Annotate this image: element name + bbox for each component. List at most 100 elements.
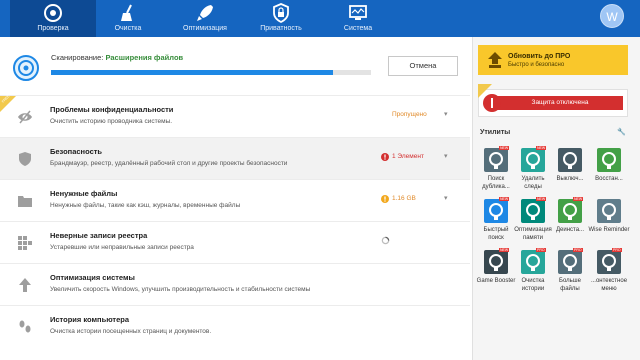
- category-title: История компьютера: [50, 315, 130, 324]
- tab-scan[interactable]: Проверка: [10, 0, 96, 37]
- uninstall-icon: [558, 199, 582, 223]
- protection-status-button[interactable]: Защита отключена: [478, 89, 628, 117]
- category-title: Безопасность: [50, 147, 103, 156]
- memory-icon: [521, 199, 545, 223]
- tab-clean-label: Очистка: [114, 25, 142, 32]
- category-description: Ненужные файлы, такие как кэш, журналы, …: [50, 202, 241, 209]
- utility-restore[interactable]: Восстан...: [594, 148, 624, 203]
- utility-game[interactable]: NEW Game Booster: [477, 248, 515, 305]
- utility-label: Выключ...: [556, 176, 584, 182]
- utility-badge: PRO: [573, 248, 583, 252]
- utility-memory[interactable]: NEW Оптимизация памяти: [514, 197, 552, 254]
- scan-progress-fill: [51, 70, 333, 75]
- chevron-down-icon[interactable]: ▾: [444, 194, 448, 202]
- utility-badge: NEW: [499, 197, 510, 201]
- folder-icon: [18, 196, 32, 207]
- utility-badge: NEW: [499, 146, 510, 150]
- utility-label: Больше файлы: [559, 278, 581, 292]
- category-junk-files[interactable]: Ненужные файлы Ненужные файлы, такие как…: [0, 179, 470, 221]
- utility-label: Game Booster: [476, 278, 516, 284]
- utility-badge: PRO: [612, 248, 622, 252]
- tab-optimize[interactable]: Оптимизация: [162, 0, 248, 37]
- user-avatar[interactable]: W: [600, 4, 624, 28]
- utility-reminder[interactable]: Wise Reminder: [588, 199, 630, 254]
- category-description: Очистить историю проводника системы.: [50, 118, 173, 125]
- tab-scan-label: Проверка: [37, 25, 69, 32]
- category-title: Неверные записи реестра: [50, 231, 148, 240]
- restore-icon: [597, 148, 621, 172]
- category-privacy[interactable]: FREE Проблемы конфиденциальности Очистит…: [0, 94, 470, 137]
- utility-label: Очистка истории: [521, 278, 545, 292]
- eye-icon: [18, 110, 32, 124]
- utility-context-menu[interactable]: PRO ...онтекстное меню: [591, 248, 627, 305]
- utility-label: Деинста...: [555, 227, 585, 233]
- utility-quick-search[interactable]: NEW Быстрый поиск: [481, 197, 511, 254]
- category-status: Пропущено: [392, 111, 427, 118]
- utilities-title: Утилиты: [480, 129, 511, 136]
- upgrade-subtitle: Быстро и безопасно: [508, 62, 565, 68]
- erase-traces-icon: [521, 148, 545, 172]
- category-description: Устаревшие или неправильные записи реест…: [50, 244, 194, 251]
- scan-progress-icon: [13, 55, 39, 81]
- info-icon: [381, 195, 389, 203]
- utility-label: Поиск дублика...: [482, 176, 510, 190]
- utility-uninstall[interactable]: NEW Деинста...: [555, 197, 585, 254]
- wrench-icon[interactable]: 🔧: [617, 128, 626, 136]
- category-computer-history[interactable]: История компьютера Очистка истории посещ…: [0, 305, 470, 347]
- utility-label: Восстан...: [595, 176, 623, 182]
- game-icon: [484, 250, 508, 274]
- utility-label: Удалить следы: [521, 176, 545, 190]
- utility-power[interactable]: Выключ...: [555, 148, 585, 203]
- utility-badge: NEW: [499, 248, 510, 252]
- warning-icon: [381, 153, 389, 161]
- history-clean-icon: [521, 250, 545, 274]
- reminder-icon: [597, 199, 621, 223]
- tab-privacy-label: Приватность: [260, 25, 302, 32]
- scan-icon: [44, 4, 62, 22]
- monitor-icon: [349, 5, 367, 20]
- utility-badge: PRO: [536, 248, 546, 252]
- tab-clean[interactable]: Очистка: [85, 0, 171, 37]
- category-title: Проблемы конфиденциальности: [50, 105, 174, 114]
- category-description: Увеличить скорость Windows, улучшить про…: [50, 286, 311, 293]
- scan-progress-bar: [51, 70, 371, 75]
- upgrade-pro-button[interactable]: Обновить до ПРО Быстро и безопасно: [478, 45, 628, 75]
- utility-erase-traces[interactable]: NEW Удалить следы: [518, 146, 548, 203]
- registry-icon: [18, 236, 32, 250]
- category-security[interactable]: Безопасность Брандмауэр, реестр, удалённ…: [0, 137, 470, 179]
- scan-status-prefix: Сканирование:: [51, 53, 104, 62]
- utility-badge: NEW: [536, 146, 547, 150]
- scan-status: Сканирование: Расширения файлов: [51, 53, 183, 62]
- tab-privacy[interactable]: Приватность: [238, 0, 324, 37]
- footprints-icon: [19, 320, 31, 333]
- big-files-icon: [558, 250, 582, 274]
- category-status: 1 Элемент: [392, 153, 424, 160]
- cancel-button[interactable]: Отмена: [388, 56, 458, 76]
- utility-duplicate-search[interactable]: NEW Поиск дублика...: [481, 146, 511, 203]
- loading-spinner-icon: [381, 236, 390, 245]
- utility-label: Оптимизация памяти: [514, 227, 552, 241]
- category-system-optimization[interactable]: Оптимизация системы Увеличить скорость W…: [0, 263, 470, 305]
- duplicate-search-icon: [484, 148, 508, 172]
- category-registry[interactable]: Неверные записи реестра Устаревшие или н…: [0, 221, 470, 263]
- scan-status-item: Расширения файлов: [105, 53, 184, 62]
- tab-system-label: Система: [343, 25, 373, 32]
- chevron-down-icon[interactable]: ▾: [444, 152, 448, 160]
- utility-big-files[interactable]: PRO Больше файлы: [555, 248, 585, 305]
- quick-search-icon: [484, 199, 508, 223]
- category-title: Оптимизация системы: [50, 273, 135, 282]
- upgrade-title: Обновить до ПРО: [508, 53, 571, 60]
- category-status: 1.16 GB: [392, 195, 416, 202]
- upgrade-arrow-icon: [488, 52, 502, 68]
- broom-icon: [121, 4, 132, 21]
- chevron-down-icon[interactable]: ▾: [444, 110, 448, 118]
- utility-label: Быстрый поиск: [483, 227, 509, 241]
- utility-history-clean[interactable]: PRO Очистка истории: [518, 248, 548, 305]
- tab-system[interactable]: Система: [315, 0, 401, 37]
- lock-icon: [273, 3, 289, 23]
- utility-badge: NEW: [536, 197, 547, 201]
- category-description: Очистка истории посещенных страниц и док…: [50, 328, 212, 335]
- free-ribbon: [478, 84, 492, 98]
- power-icon: [558, 148, 582, 172]
- category-title: Ненужные файлы: [50, 189, 118, 198]
